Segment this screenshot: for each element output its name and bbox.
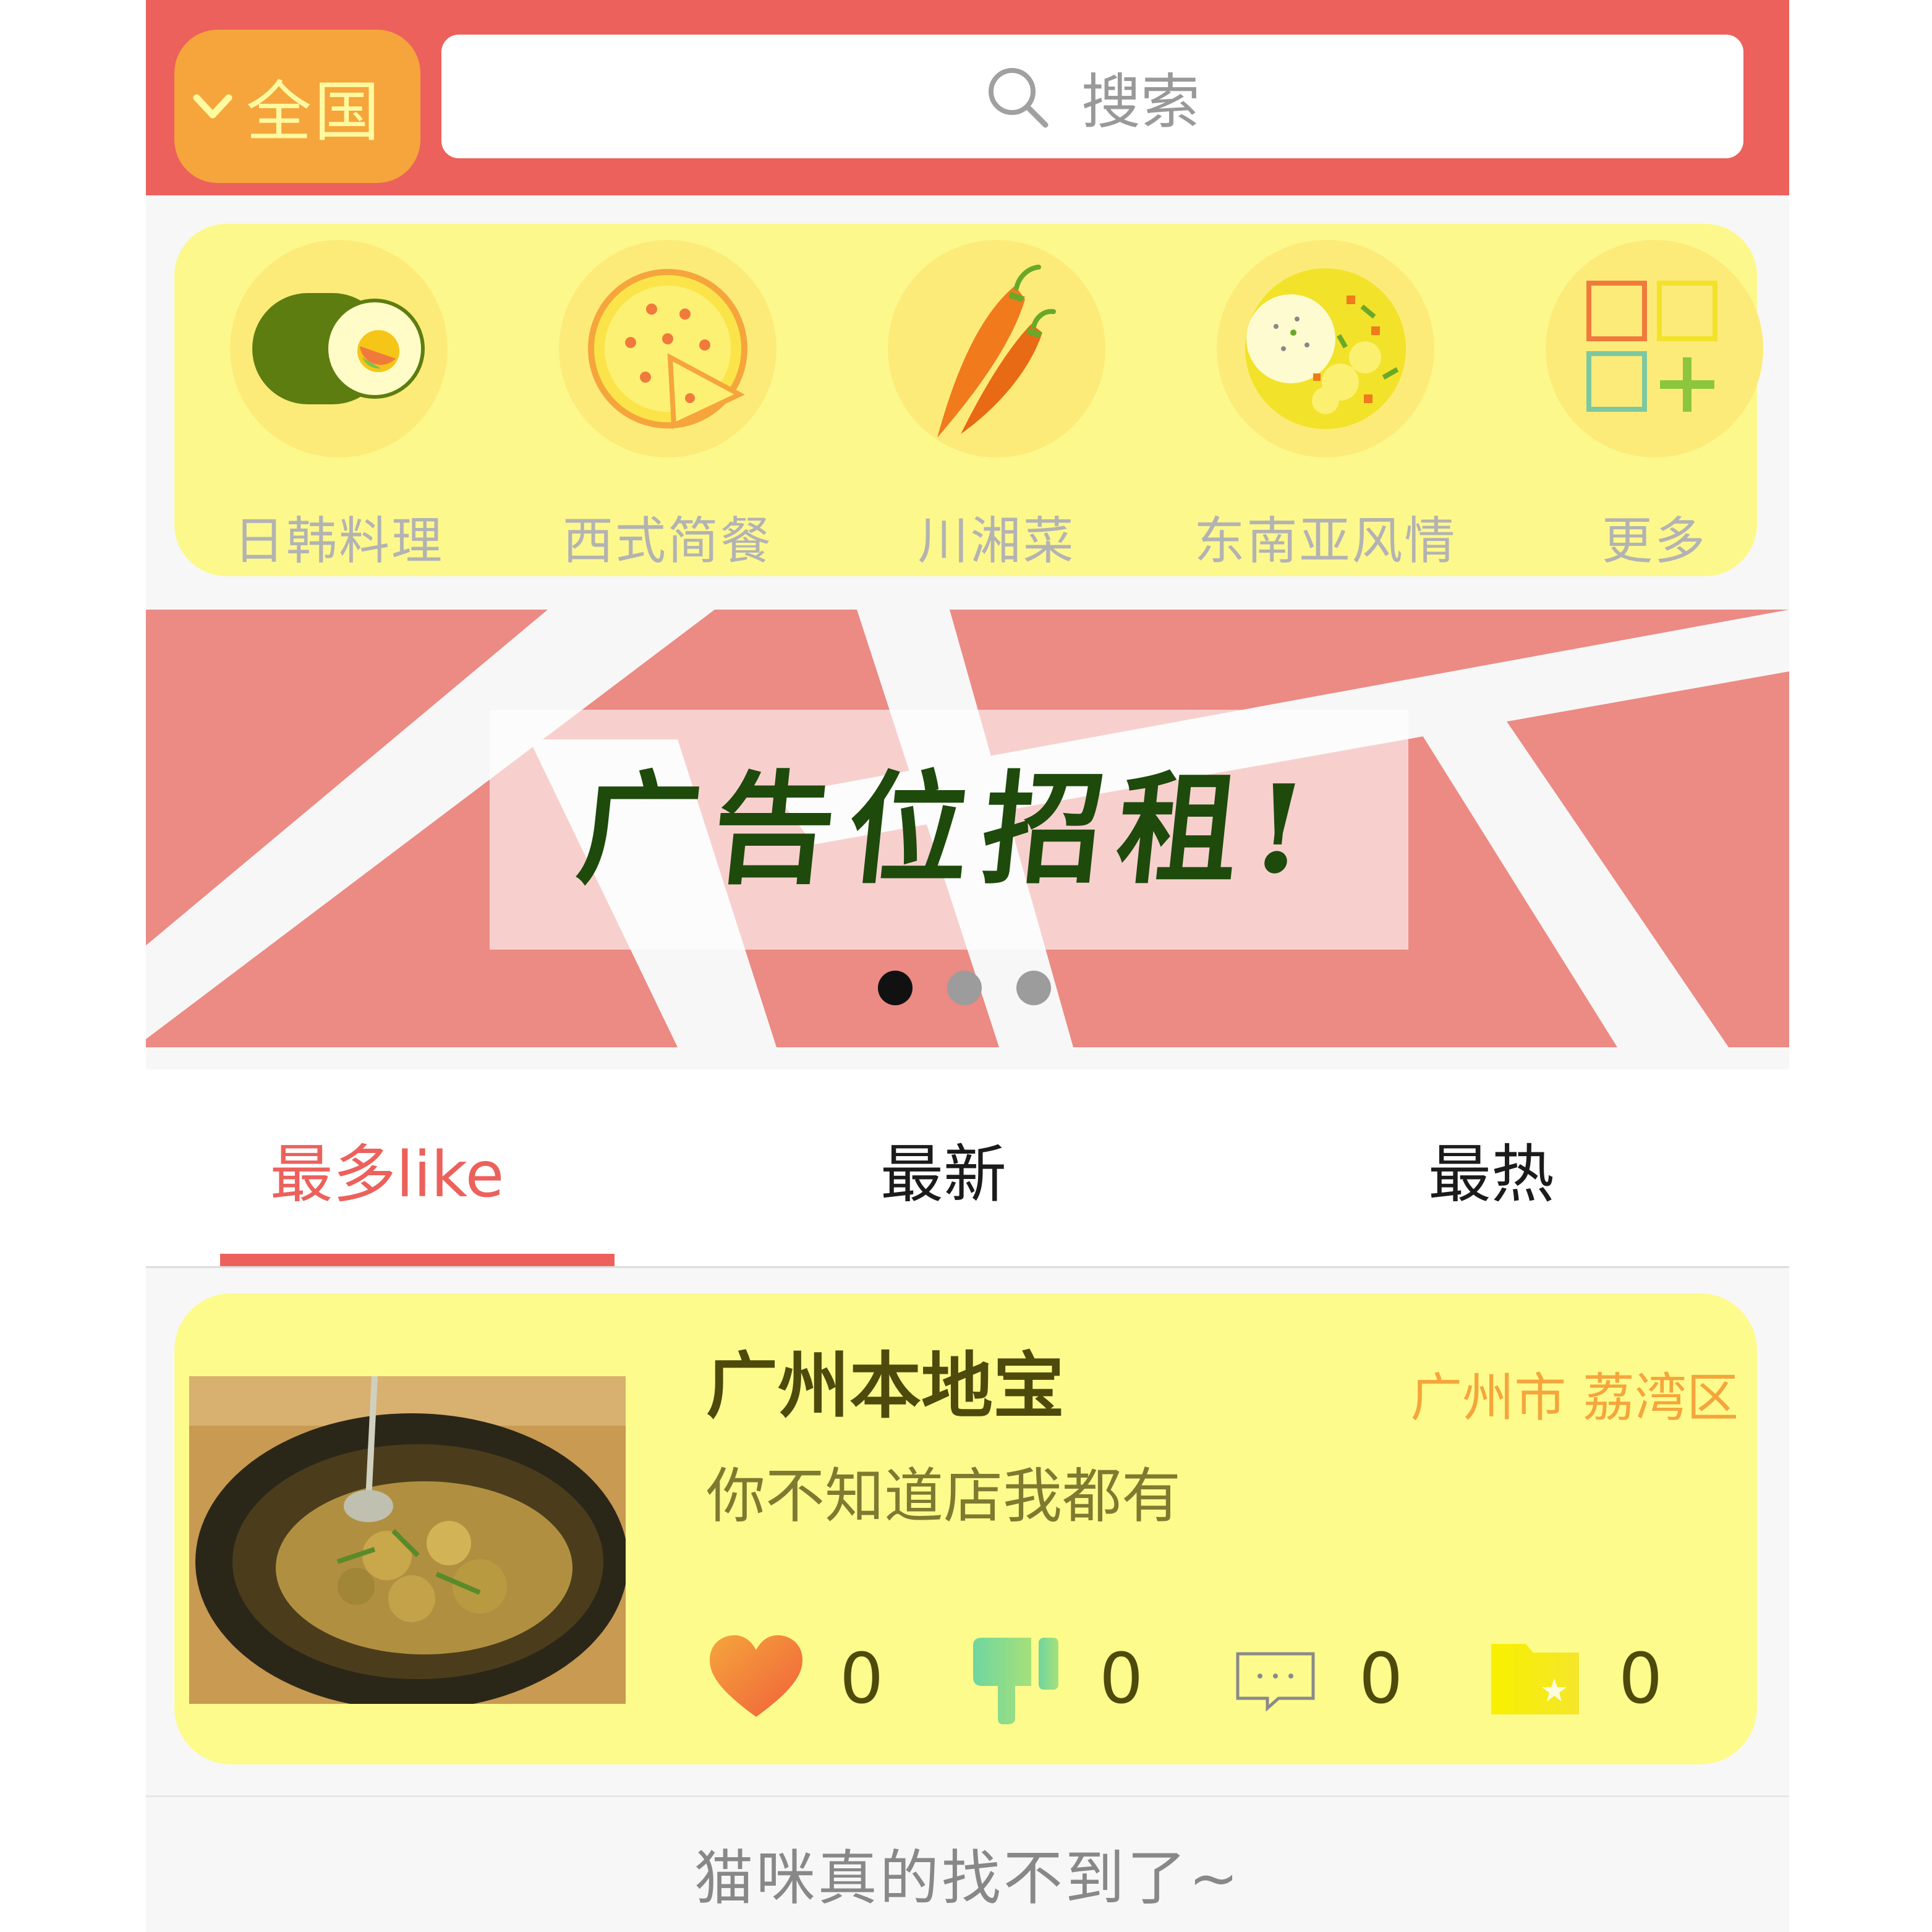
tab-newest[interactable]: 最新 bbox=[770, 1124, 1117, 1212]
category-sichuan-hunan[interactable]: 川湘菜 bbox=[832, 224, 1161, 576]
heart-icon bbox=[710, 1635, 802, 1717]
category-panel: 日韩料理 西式简餐 川湘菜 东南亚风情 更多 bbox=[174, 224, 1763, 576]
category-more[interactable]: 更多 bbox=[1490, 224, 1789, 576]
sushi-icon bbox=[252, 293, 425, 404]
comment-stat[interactable]: 0 bbox=[1229, 1630, 1403, 1729]
category-japanese-korean[interactable]: 日韩料理 bbox=[174, 224, 503, 576]
divider bbox=[146, 1266, 1789, 1268]
banner-headline: 广告位招租! bbox=[571, 759, 1327, 901]
category-icon-circle bbox=[888, 240, 1105, 457]
restaurant-name[interactable]: 广州本地宝 bbox=[706, 1328, 1065, 1432]
category-label: 东南亚风情 bbox=[1194, 512, 1457, 571]
category-icon-circle bbox=[1546, 240, 1763, 457]
comment-icon bbox=[1236, 1652, 1315, 1712]
city-label: 全国 bbox=[246, 74, 382, 150]
carousel-dot[interactable] bbox=[947, 971, 982, 1005]
favorite-stat[interactable]: 0 bbox=[1489, 1630, 1662, 1729]
search-input[interactable]: 搜索 bbox=[441, 35, 1743, 158]
favorite-count: 0 bbox=[1619, 1639, 1663, 1719]
dislike-stat[interactable]: 0 bbox=[969, 1630, 1143, 1729]
divider bbox=[146, 1795, 1789, 1797]
dislike-count: 0 bbox=[1099, 1639, 1144, 1719]
curry-rice-icon bbox=[1245, 268, 1406, 429]
thumbs-down-icon bbox=[973, 1638, 1058, 1724]
end-of-list-message: 猫咪真的找不到了~ bbox=[694, 1844, 1241, 1913]
category-southeast-asian[interactable]: 东南亚风情 bbox=[1161, 224, 1490, 576]
sort-tabs: 最多like 最新 最热 bbox=[146, 1070, 1789, 1266]
active-tab-indicator bbox=[220, 1254, 615, 1266]
like-count: 0 bbox=[840, 1639, 884, 1719]
tab-most-liked[interactable]: 最多like bbox=[208, 1124, 566, 1212]
carousel-dot-active[interactable] bbox=[878, 971, 913, 1005]
category-icon-circle bbox=[230, 240, 448, 457]
food-photo bbox=[189, 1376, 626, 1704]
city-selector-button[interactable]: 全国 bbox=[174, 30, 420, 183]
restaurant-card[interactable]: 广州本地宝 广州市 荔湾区 你不知道店我都有 0 0 0 0 bbox=[174, 1293, 1757, 1764]
more-grid-icon bbox=[1586, 281, 1717, 412]
comment-count: 0 bbox=[1359, 1639, 1403, 1719]
search-icon bbox=[989, 68, 1049, 128]
category-label: 川湘菜 bbox=[917, 512, 1076, 571]
chevron-down-icon bbox=[193, 94, 232, 119]
category-label: 西式简餐 bbox=[562, 512, 773, 571]
category-western[interactable]: 西式简餐 bbox=[503, 224, 832, 576]
category-label: 日韩料理 bbox=[233, 512, 444, 571]
top-bar: 全国 搜索 bbox=[146, 0, 1789, 195]
pizza-icon bbox=[588, 269, 747, 430]
search-placeholder: 搜索 bbox=[1081, 67, 1200, 137]
carousel-dot[interactable] bbox=[1016, 971, 1051, 1005]
like-stat[interactable]: 0 bbox=[710, 1630, 883, 1729]
banner-text-box: 广告位招租! bbox=[490, 710, 1408, 950]
tab-hottest[interactable]: 最热 bbox=[1318, 1124, 1664, 1212]
folder-star-icon bbox=[1491, 1644, 1579, 1714]
chili-icon bbox=[937, 265, 1056, 438]
restaurant-description: 你不知道店我都有 bbox=[706, 1462, 1181, 1531]
app-screen: 全国 搜索 日韩料理 西式简餐 川湘菜 东南亚风情 更多 广告位招租! 最多li… bbox=[146, 0, 1789, 1932]
category-label: 更多 bbox=[1601, 512, 1707, 571]
restaurant-location: 广州市 荔湾区 bbox=[1410, 1368, 1738, 1428]
category-icon-circle bbox=[1217, 240, 1434, 457]
category-icon-circle bbox=[559, 240, 777, 457]
